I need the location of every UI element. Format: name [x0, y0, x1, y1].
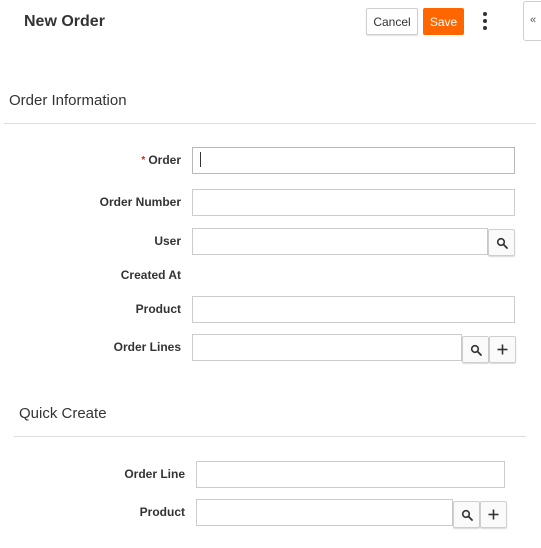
save-button[interactable]: Save — [423, 8, 464, 35]
required-marker: * — [141, 155, 146, 166]
order-number-label: Order Number — [99, 195, 181, 209]
user-search-button[interactable] — [488, 229, 515, 256]
product-field[interactable] — [192, 296, 515, 323]
order-lines-add-button[interactable] — [489, 336, 516, 363]
collapse-panel-button[interactable]: « — [523, 1, 541, 41]
product-label: Product — [135, 302, 181, 316]
quick-create-heading: Quick Create — [19, 405, 107, 422]
user-field[interactable] — [192, 228, 488, 255]
section-divider — [14, 436, 526, 437]
order-field[interactable] — [192, 147, 515, 174]
user-label: User — [154, 234, 181, 248]
plus-icon — [497, 344, 508, 355]
order-lines-search-button[interactable] — [462, 336, 489, 363]
quick-product-add-button[interactable] — [480, 501, 507, 528]
more-options-icon[interactable] — [478, 10, 492, 34]
order-lines-field[interactable] — [192, 334, 462, 361]
cancel-button[interactable]: Cancel — [366, 8, 418, 35]
search-icon — [470, 344, 482, 356]
page-title: New Order — [24, 13, 105, 30]
order-line-label: Order Line — [124, 467, 185, 481]
search-icon — [496, 237, 508, 249]
order-lines-label: Order Lines — [113, 340, 181, 354]
order-number-field[interactable] — [192, 189, 515, 216]
order-line-field[interactable] — [196, 461, 505, 488]
quick-product-search-button[interactable] — [453, 501, 480, 528]
order-label: * Order — [141, 153, 181, 167]
order-information-heading: Order Information — [9, 92, 127, 109]
quick-product-field[interactable] — [196, 499, 453, 526]
quick-product-label: Product — [139, 505, 185, 519]
section-divider — [4, 123, 536, 124]
created-at-label: Created At — [120, 268, 181, 282]
plus-icon — [488, 509, 499, 520]
search-icon — [461, 509, 473, 521]
text-caret — [200, 152, 201, 167]
